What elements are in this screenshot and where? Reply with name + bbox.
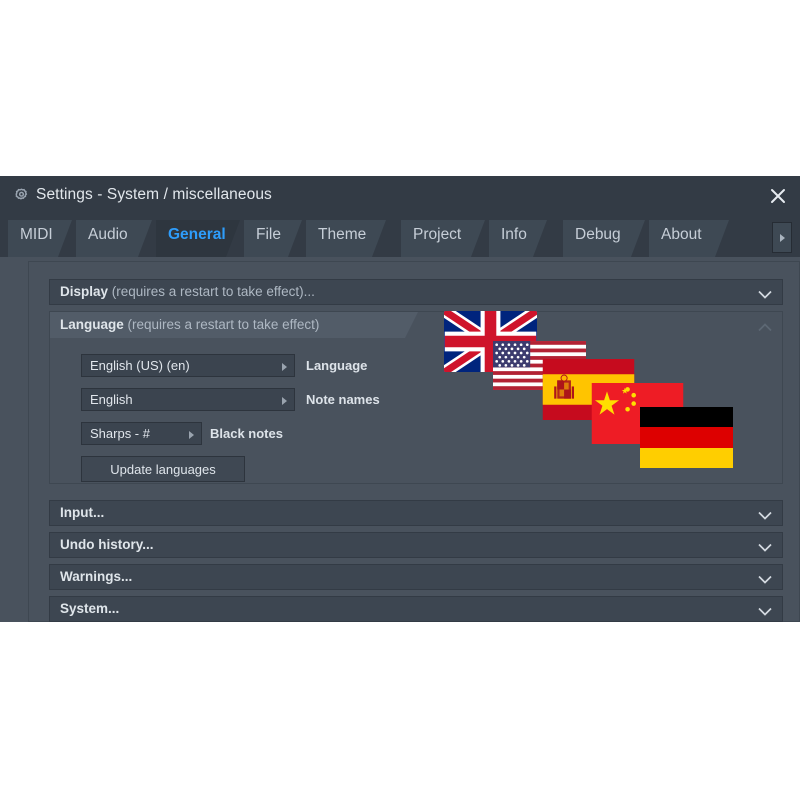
- tab-theme[interactable]: Theme: [306, 220, 386, 257]
- section-system-label: System...: [60, 601, 119, 616]
- language-dropdown[interactable]: English (US) (en): [81, 354, 295, 377]
- screenshot-root: Settings - System / miscellaneous MIDI A…: [0, 0, 800, 800]
- tab-overflow-button[interactable]: [772, 222, 792, 253]
- tab-midi[interactable]: MIDI: [8, 220, 72, 257]
- arrow-right-icon: [282, 397, 287, 405]
- section-display[interactable]: Display (requires a restart to take effe…: [49, 279, 783, 305]
- chevron-up-icon[interactable]: [757, 320, 773, 331]
- section-warnings[interactable]: Warnings...: [49, 564, 783, 590]
- black-notes-dropdown[interactable]: Sharps - #: [81, 422, 202, 445]
- gear-icon: [13, 187, 30, 204]
- note-names-dropdown-value: English: [90, 392, 133, 407]
- tab-strip: MIDI Audio General File Theme Project In…: [0, 216, 800, 257]
- tab-audio[interactable]: Audio: [76, 220, 152, 257]
- black-notes-dropdown-value: Sharps - #: [90, 426, 150, 441]
- chevron-down-icon: [757, 287, 773, 298]
- chevron-down-icon: [757, 604, 773, 615]
- chevron-down-icon: [757, 540, 773, 551]
- note-names-field-label: Note names: [306, 392, 380, 407]
- update-languages-button[interactable]: Update languages: [81, 456, 245, 482]
- section-undo-history[interactable]: Undo history...: [49, 532, 783, 558]
- settings-window: Settings - System / miscellaneous MIDI A…: [0, 176, 800, 622]
- section-display-label: Display (requires a restart to take effe…: [60, 284, 315, 299]
- flag-germany: [640, 407, 733, 468]
- chevron-right-icon: [780, 234, 785, 242]
- section-language-header[interactable]: Language (requires a restart to take eff…: [50, 312, 418, 338]
- flag-germany-gold: [640, 448, 733, 468]
- section-language-label: Language (requires a restart to take eff…: [60, 317, 319, 332]
- flag-germany-black: [640, 407, 733, 427]
- tab-info[interactable]: Info: [489, 220, 547, 257]
- section-undo-history-label: Undo history...: [60, 537, 154, 552]
- chevron-down-icon: [757, 508, 773, 519]
- tab-general[interactable]: General: [156, 220, 240, 257]
- settings-content: Display (requires a restart to take effe…: [0, 257, 800, 622]
- arrow-right-icon: [282, 363, 287, 371]
- section-language: Language (requires a restart to take eff…: [49, 311, 783, 484]
- tab-about[interactable]: About: [649, 220, 729, 257]
- title-bar: Settings - System / miscellaneous: [0, 176, 800, 216]
- flag-germany-red: [640, 427, 733, 447]
- section-warnings-label: Warnings...: [60, 569, 132, 584]
- tab-file[interactable]: File: [244, 220, 302, 257]
- settings-scroll-pane: Display (requires a restart to take effe…: [28, 261, 800, 622]
- tab-debug[interactable]: Debug: [563, 220, 645, 257]
- language-field-label: Language: [306, 358, 367, 373]
- language-dropdown-value: English (US) (en): [90, 358, 190, 373]
- section-input-label: Input...: [60, 505, 104, 520]
- section-system[interactable]: System...: [49, 596, 783, 622]
- arrow-right-icon: [189, 431, 194, 439]
- section-input[interactable]: Input...: [49, 500, 783, 526]
- note-names-dropdown[interactable]: English: [81, 388, 295, 411]
- window-title: Settings - System / miscellaneous: [36, 186, 272, 204]
- close-icon[interactable]: [764, 182, 792, 210]
- chevron-down-icon: [757, 572, 773, 583]
- tab-project[interactable]: Project: [401, 220, 485, 257]
- black-notes-field-label: Black notes: [210, 426, 283, 441]
